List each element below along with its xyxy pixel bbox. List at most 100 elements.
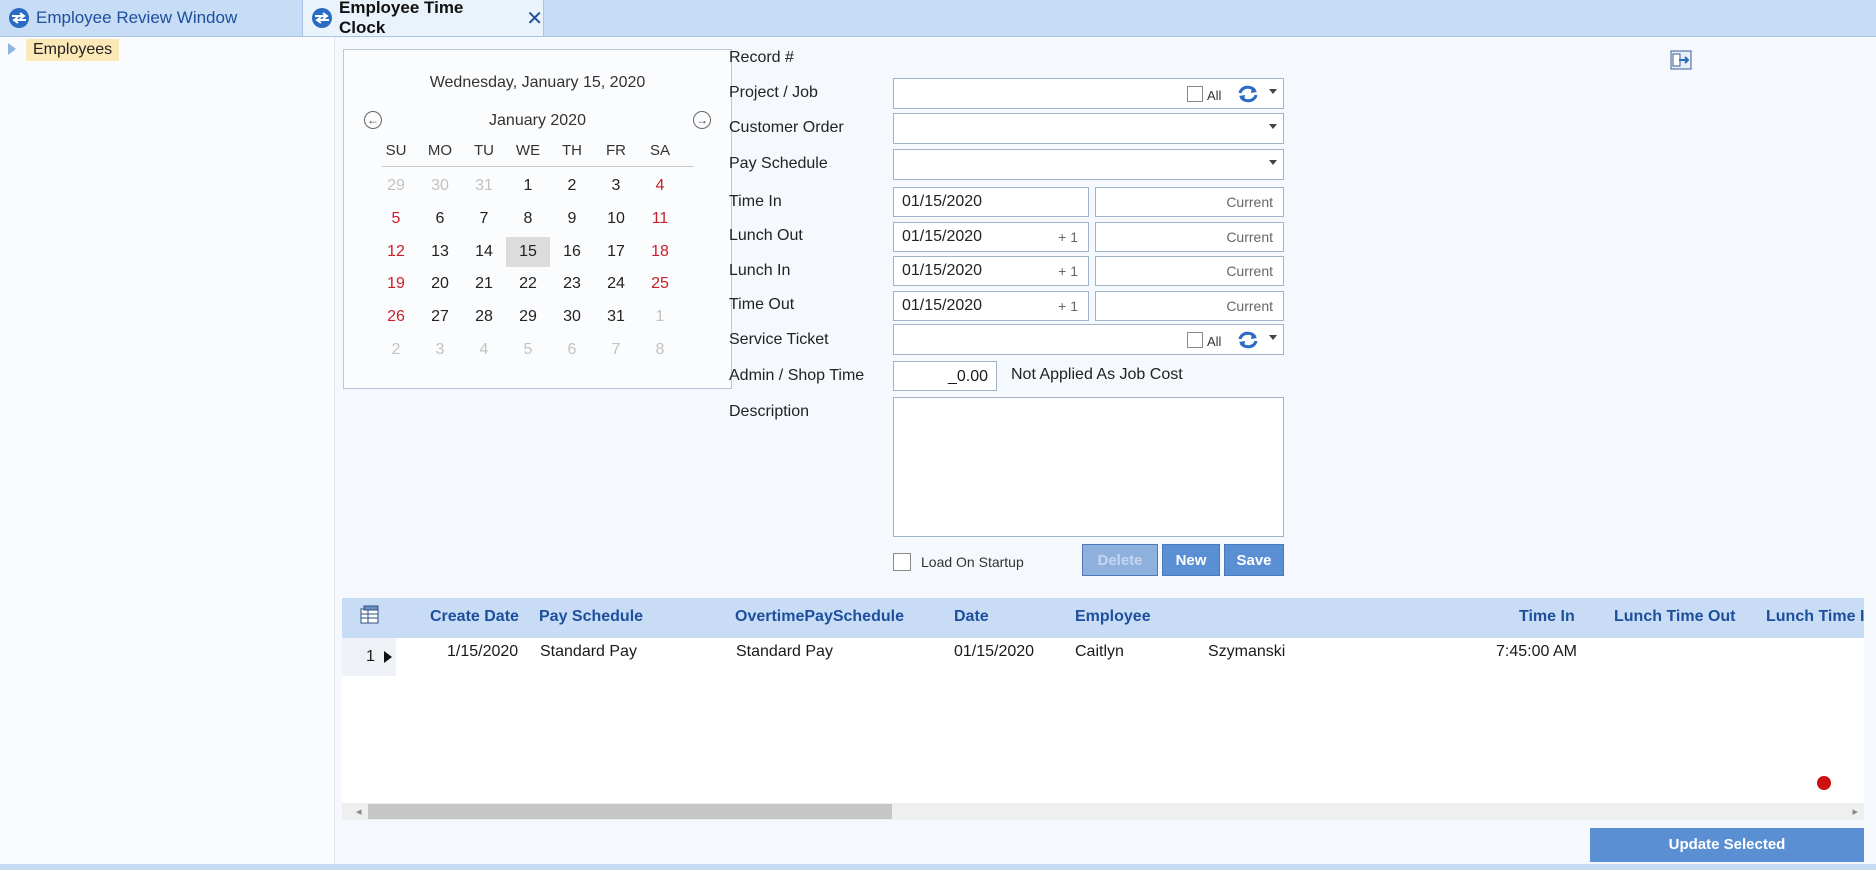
column-header-pay-schedule[interactable]: Pay Schedule xyxy=(539,608,643,626)
all-checkbox[interactable] xyxy=(1187,332,1203,348)
scroll-right-icon[interactable]: ▸ xyxy=(1852,805,1858,818)
calendar-day[interactable]: 18 xyxy=(638,237,682,267)
calendar-day[interactable]: 15 xyxy=(506,237,550,267)
tab-employee-review-window[interactable]: Employee Review Window xyxy=(8,0,298,36)
cell-create-date[interactable]: 1/15/2020 xyxy=(447,643,518,661)
column-header-employee[interactable]: Employee xyxy=(1075,608,1151,626)
calendar-day[interactable]: 3 xyxy=(594,171,638,201)
cell-time-in[interactable]: 7:45:00 AM xyxy=(1496,643,1577,661)
calendar-full-date[interactable]: Wednesday, January 15, 2020 xyxy=(344,74,731,92)
calendar-day[interactable]: 17 xyxy=(594,237,638,267)
time-out-date-field[interactable]: 01/15/2020 + 1 xyxy=(893,291,1089,321)
update-selected-button[interactable]: Update Selected xyxy=(1590,828,1864,862)
calendar-day[interactable]: 30 xyxy=(418,171,462,201)
lunch-in-date-field[interactable]: 01/15/2020 + 1 xyxy=(893,256,1089,286)
calendar-day[interactable]: 20 xyxy=(418,269,462,299)
calendar-day[interactable]: 3 xyxy=(418,335,462,365)
calendar-day[interactable]: 23 xyxy=(550,269,594,299)
calendar-day[interactable]: 2 xyxy=(374,335,418,365)
calendar-day[interactable]: 2 xyxy=(550,171,594,201)
time-in-date-field[interactable]: 01/15/2020 xyxy=(893,187,1089,217)
calendar-day[interactable]: 30 xyxy=(550,302,594,332)
calendar-day[interactable]: 26 xyxy=(374,302,418,332)
cell-pay-schedule[interactable]: Standard Pay xyxy=(540,643,637,661)
column-header-date[interactable]: Date xyxy=(954,608,989,626)
lunch-out-date-field[interactable]: 01/15/2020 + 1 xyxy=(893,222,1089,252)
row-indicator[interactable]: 1 xyxy=(342,638,396,676)
close-icon[interactable]: ✕ xyxy=(526,6,543,31)
tab-employee-time-clock[interactable]: Employee Time Clock ✕ xyxy=(302,0,544,37)
lunch-out-time-field[interactable]: Current xyxy=(1095,222,1284,252)
plus-one-button[interactable]: + 1 xyxy=(1058,298,1078,314)
cell-date[interactable]: 01/15/2020 xyxy=(954,643,1034,661)
description-textarea[interactable] xyxy=(893,397,1284,537)
lunch-in-time-field[interactable]: Current xyxy=(1095,256,1284,286)
cell-employee-last-name[interactable]: Szymanski xyxy=(1208,643,1285,661)
calendar-day[interactable]: 4 xyxy=(462,335,506,365)
service-ticket-select[interactable]: All xyxy=(893,324,1284,355)
calendar-day[interactable]: 24 xyxy=(594,269,638,299)
calendar-day[interactable]: 5 xyxy=(506,335,550,365)
time-in-time-field[interactable]: Current xyxy=(1095,187,1284,217)
delete-button[interactable]: Delete xyxy=(1082,544,1158,576)
calendar-day[interactable]: 7 xyxy=(462,204,506,234)
calendar-day[interactable]: 21 xyxy=(462,269,506,299)
calendar-day[interactable]: 6 xyxy=(418,204,462,234)
column-header-lunch-time-in[interactable]: Lunch Time I xyxy=(1766,608,1864,626)
chevron-down-icon[interactable] xyxy=(1269,124,1277,129)
calendar-day[interactable]: 16 xyxy=(550,237,594,267)
admin-shop-time-input[interactable]: _0.00 xyxy=(893,361,997,391)
plus-one-button[interactable]: + 1 xyxy=(1058,263,1078,279)
column-header-overtime-pay-schedule[interactable]: OvertimePaySchedule xyxy=(735,608,904,626)
calendar-day[interactable]: 31 xyxy=(594,302,638,332)
calendar-day[interactable]: 8 xyxy=(638,335,682,365)
calendar-day[interactable]: 11 xyxy=(638,204,682,234)
horizontal-scrollbar[interactable]: ◂ ▸ xyxy=(342,803,1864,820)
time-out-time-field[interactable]: Current xyxy=(1095,291,1284,321)
refresh-icon[interactable] xyxy=(1235,84,1261,104)
calendar-day[interactable]: 1 xyxy=(638,302,682,332)
cell-overtime-pay-schedule[interactable]: Standard Pay xyxy=(736,643,833,661)
customer-order-select[interactable] xyxy=(893,113,1284,144)
calendar-day[interactable]: 7 xyxy=(594,335,638,365)
chevron-down-icon[interactable] xyxy=(1269,160,1277,165)
scrollbar-thumb[interactable] xyxy=(368,804,892,819)
calendar-day[interactable]: 9 xyxy=(550,204,594,234)
calendar-day[interactable]: 12 xyxy=(374,237,418,267)
calendar-day[interactable]: 25 xyxy=(638,269,682,299)
new-button[interactable]: New xyxy=(1162,544,1220,576)
calendar-day[interactable]: 22 xyxy=(506,269,550,299)
calendar-day[interactable]: 8 xyxy=(506,204,550,234)
calendar-day[interactable]: 14 xyxy=(462,237,506,267)
plus-one-button[interactable]: + 1 xyxy=(1058,229,1078,245)
calendar-day[interactable]: 28 xyxy=(462,302,506,332)
save-button[interactable]: Save xyxy=(1224,544,1284,576)
column-header-create-date[interactable]: Create Date xyxy=(430,608,519,626)
scroll-left-icon[interactable]: ◂ xyxy=(356,805,362,818)
calendar-day[interactable]: 19 xyxy=(374,269,418,299)
chevron-down-icon[interactable] xyxy=(1269,335,1277,340)
exit-icon[interactable] xyxy=(1670,50,1692,70)
calendar-day[interactable]: 29 xyxy=(374,171,418,201)
tree-node-employees[interactable]: Employees xyxy=(26,39,120,61)
pay-schedule-select[interactable] xyxy=(893,149,1284,180)
calendar-month-title[interactable]: January 2020 xyxy=(344,112,731,130)
calendar-day[interactable]: 31 xyxy=(462,171,506,201)
expand-arrow-icon[interactable] xyxy=(8,43,16,55)
column-chooser-icon[interactable] xyxy=(359,604,381,626)
project-job-select[interactable]: All xyxy=(893,78,1284,109)
calendar-day[interactable]: 6 xyxy=(550,335,594,365)
calendar-day[interactable]: 27 xyxy=(418,302,462,332)
column-header-time-in[interactable]: Time In xyxy=(1519,608,1575,626)
calendar-day[interactable]: 4 xyxy=(638,171,682,201)
column-header-lunch-time-out[interactable]: Lunch Time Out xyxy=(1614,608,1735,626)
calendar-day[interactable]: 5 xyxy=(374,204,418,234)
all-checkbox[interactable] xyxy=(1187,86,1203,102)
chevron-down-icon[interactable] xyxy=(1269,89,1277,94)
next-month-icon[interactable]: → xyxy=(693,111,711,129)
refresh-icon[interactable] xyxy=(1235,330,1261,350)
calendar-day[interactable]: 13 xyxy=(418,237,462,267)
load-on-startup-checkbox[interactable] xyxy=(893,553,911,571)
calendar-day[interactable]: 29 xyxy=(506,302,550,332)
cell-employee-first-name[interactable]: Caitlyn xyxy=(1075,643,1124,661)
